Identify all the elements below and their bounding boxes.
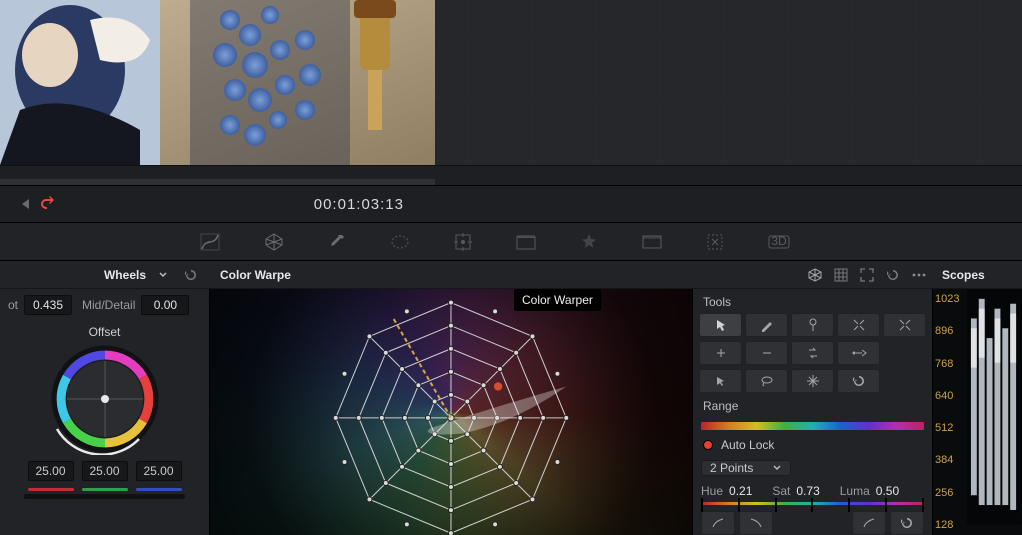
svg-text:3D: 3D: [771, 235, 787, 248]
warper-grid-icon[interactable]: [264, 232, 284, 252]
add-point-icon[interactable]: [699, 341, 742, 365]
autolock-label[interactable]: Auto Lock: [721, 438, 774, 452]
offset-g-field[interactable]: 25.00: [82, 461, 128, 481]
top-area: [0, 0, 1022, 165]
offset-master-slider[interactable]: [24, 494, 185, 499]
warper-canvas[interactable]: [210, 289, 692, 535]
eyedropper-icon[interactable]: [328, 233, 346, 251]
mask-ellipse-icon[interactable]: [390, 234, 410, 250]
range-section-title: Range: [693, 393, 932, 417]
pin-tool-icon[interactable]: [791, 313, 834, 337]
param2-label: Mid/Detail: [82, 298, 135, 312]
hue-value[interactable]: 0.21: [729, 484, 752, 498]
wheels-tab[interactable]: Wheels: [94, 268, 156, 282]
warper-tools-panel: Tools Range Auto Lock: [692, 289, 932, 535]
chevron-down-icon: [772, 463, 782, 473]
offset-b-slider[interactable]: [136, 488, 182, 491]
points-dropdown-label: 2 Points: [710, 461, 753, 475]
prev-clip-icon[interactable]: [18, 197, 32, 211]
contract-tool-icon[interactable]: [837, 313, 880, 337]
transport-bar: 00:01:03:13: [0, 185, 1022, 223]
sizing-icon[interactable]: [706, 233, 724, 251]
hsl-slider[interactable]: [701, 502, 924, 505]
param2-field[interactable]: 0.00: [141, 295, 189, 315]
scope-waveform[interactable]: 1023896 768640 512384 256128: [933, 289, 1022, 535]
sat-label: Sat: [772, 484, 790, 498]
points-dropdown[interactable]: 2 Points: [701, 460, 791, 476]
3d-icon[interactable]: 3D: [768, 235, 790, 249]
feather-left-icon[interactable]: [701, 511, 735, 535]
feather-left2-icon[interactable]: [852, 511, 886, 535]
chevron-down-icon[interactable]: [158, 270, 168, 280]
swap-icon[interactable]: [791, 341, 834, 365]
expand-tool-icon[interactable]: [883, 313, 926, 337]
sat-value[interactable]: 0.73: [796, 484, 819, 498]
node-graph-area[interactable]: [435, 0, 1022, 165]
autolock-indicator: [703, 440, 713, 450]
loop-icon[interactable]: [38, 196, 58, 212]
offset-label: Offset: [0, 321, 209, 341]
reset-range-icon[interactable]: [890, 511, 924, 535]
range-hue-bar[interactable]: [701, 422, 924, 430]
pull-points-icon[interactable]: [837, 341, 880, 365]
curves-icon[interactable]: [200, 233, 220, 251]
tracker-icon[interactable]: [454, 233, 472, 251]
timecode-display[interactable]: 00:01:03:13: [314, 196, 404, 213]
scope-ticks: 1023896 768640 512384 256128: [935, 289, 959, 535]
color-warper-panel: Color Warper: [210, 289, 692, 535]
keyframes-panel-icon[interactable]: [642, 235, 662, 249]
offset-r-field[interactable]: 25.00: [28, 461, 74, 481]
palette-selector-strip: 3D: [0, 223, 1022, 261]
stills-icon[interactable]: [516, 234, 536, 250]
reset-tools-icon[interactable]: [837, 369, 880, 393]
offset-r-slider[interactable]: [28, 488, 74, 491]
select-arrow-icon[interactable]: [699, 369, 742, 393]
select-tool-icon[interactable]: [699, 313, 742, 337]
wheels-panel: ot 0.435 Mid/Detail 0.00 Offset: [0, 289, 210, 535]
feather-right-icon[interactable]: [739, 511, 773, 535]
draw-tool-icon[interactable]: [745, 313, 788, 337]
snowflake-lock-icon[interactable]: [791, 369, 834, 393]
hue-label: Hue: [701, 484, 723, 498]
warper-mode-grid-icon[interactable]: [828, 262, 854, 288]
color-warper-title: Color Warpe: [210, 268, 301, 282]
reset-warper-icon[interactable]: [880, 262, 906, 288]
preview-image: [0, 0, 435, 165]
expand-icon[interactable]: [854, 262, 880, 288]
remove-point-icon[interactable]: [745, 341, 788, 365]
more-icon[interactable]: [906, 262, 932, 288]
luma-value[interactable]: 0.50: [876, 484, 899, 498]
offset-g-slider[interactable]: [82, 488, 128, 491]
luma-label: Luma: [840, 484, 870, 498]
preview-viewer[interactable]: [0, 0, 435, 165]
warper-tooltip: Color Warper: [514, 289, 601, 311]
warper-mode-hex-icon[interactable]: [802, 262, 828, 288]
scopes-title: Scopes: [932, 268, 995, 282]
tools-section-title: Tools: [693, 289, 932, 313]
lasso-icon[interactable]: [745, 369, 788, 393]
offset-b-field[interactable]: 25.00: [136, 461, 182, 481]
scopes-panel: 1023896 768640 512384 256128: [932, 289, 1022, 535]
offset-color-wheel[interactable]: [49, 343, 161, 455]
scrub-bar[interactable]: [0, 179, 435, 185]
fx-icon[interactable]: [580, 233, 598, 251]
reset-wheels-icon[interactable]: [178, 262, 204, 288]
param1-field[interactable]: 0.435: [24, 295, 72, 315]
param1-label: ot: [8, 298, 18, 312]
